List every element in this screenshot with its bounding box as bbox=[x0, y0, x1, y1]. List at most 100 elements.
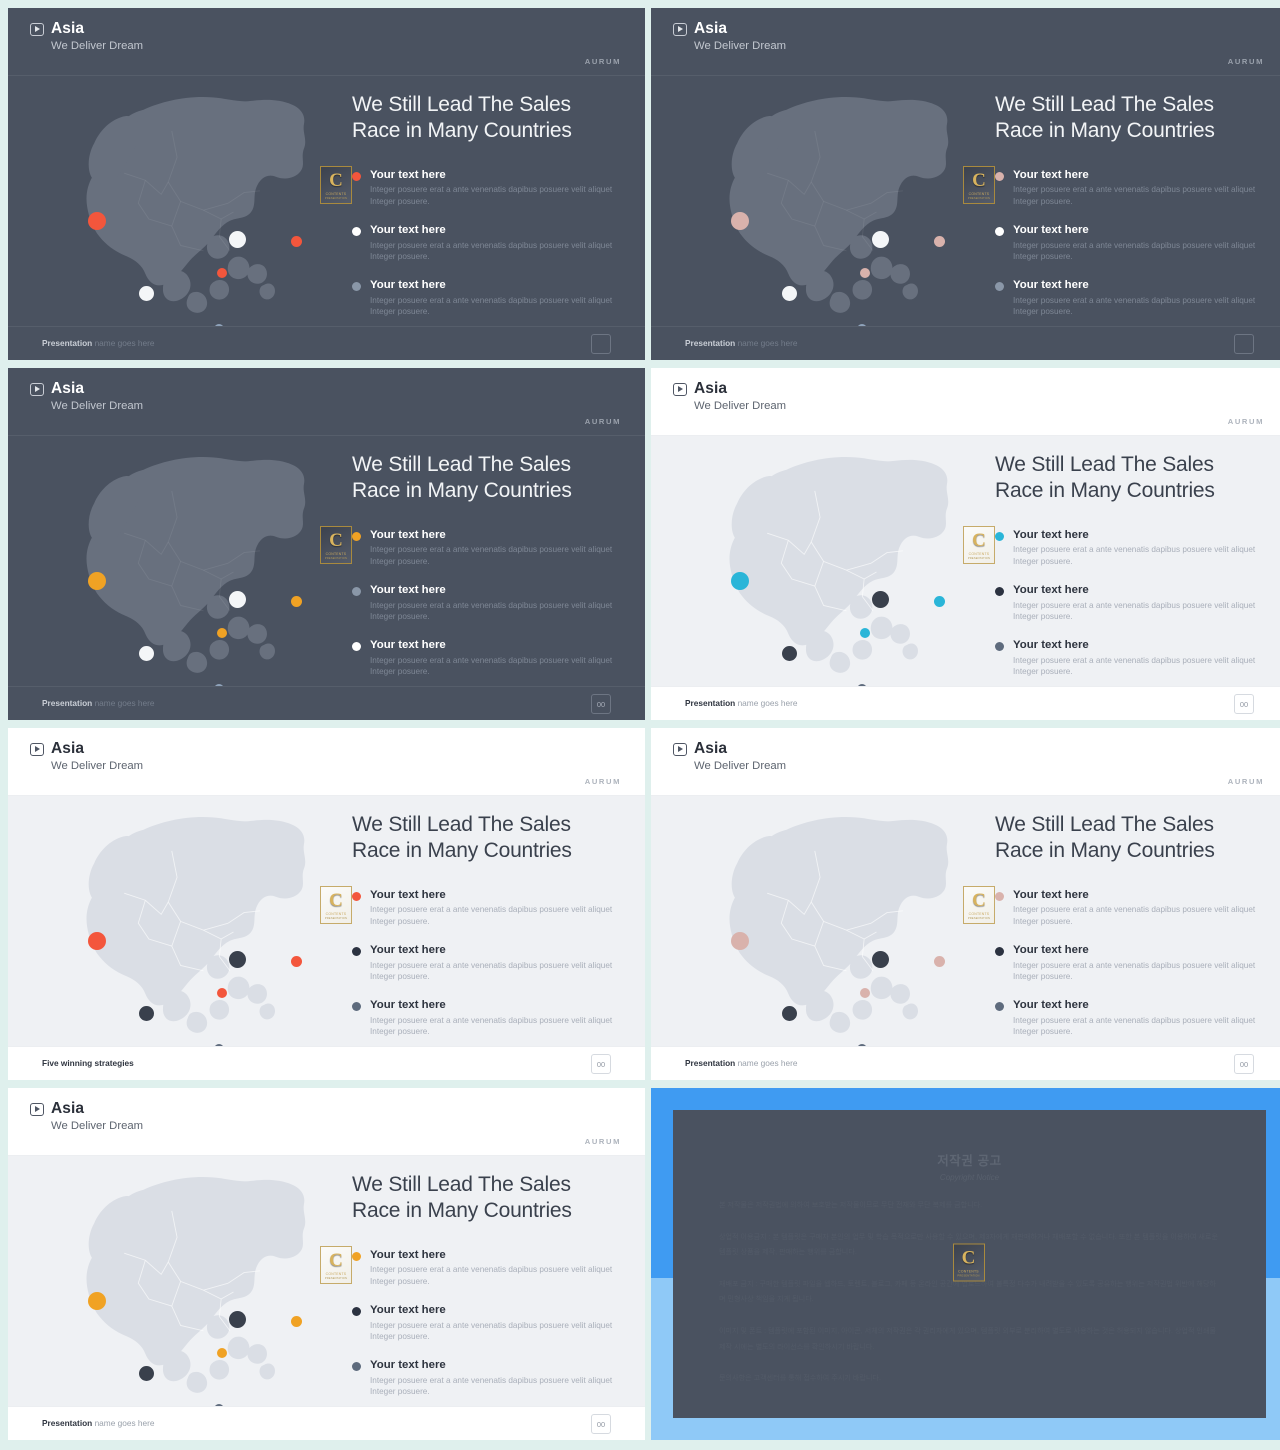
bullet-item-1[interactable]: Your text here Integer posuere erat a an… bbox=[352, 888, 635, 928]
play-icon bbox=[673, 382, 687, 396]
slide-body: C CONTENTS PRESENTATION We Still Lead Th… bbox=[651, 436, 1280, 694]
bullet-item-1[interactable]: Your text here Integer posuere erat a an… bbox=[995, 168, 1278, 208]
map-marker-2[interactable] bbox=[872, 591, 889, 608]
map-marker-5[interactable] bbox=[860, 628, 870, 638]
map-marker-2[interactable] bbox=[229, 951, 246, 968]
asia-map[interactable]: C CONTENTS PRESENTATION bbox=[20, 1158, 352, 1414]
map-marker-3[interactable] bbox=[934, 596, 945, 607]
map-marker-5[interactable] bbox=[217, 1348, 227, 1358]
logo-line-2: PRESENTATION bbox=[967, 196, 991, 200]
map-marker-4[interactable] bbox=[139, 286, 154, 301]
bullet-item-1[interactable]: Your text here Integer posuere erat a an… bbox=[995, 888, 1278, 928]
footer-text: Presentation name goes here bbox=[42, 698, 155, 708]
asia-map[interactable]: C CONTENTS PRESENTATION bbox=[663, 438, 995, 694]
bullet-dot-icon bbox=[995, 947, 1004, 957]
bullet-item-2[interactable]: Your text here Integer posuere erat a an… bbox=[995, 943, 1278, 983]
slide-7[interactable]: Asia We Deliver Dream AURUM C CONTENTS P… bbox=[8, 1088, 645, 1440]
map-marker-4[interactable] bbox=[782, 286, 797, 301]
asia-map-silhouette bbox=[729, 97, 949, 313]
bullet-item-2[interactable]: Your text here Integer posuere erat a an… bbox=[352, 943, 635, 983]
map-marker-5[interactable] bbox=[860, 268, 870, 278]
bullet-item-3[interactable]: Your text here Integer posuere erat a an… bbox=[352, 1358, 635, 1398]
bullet-item-3[interactable]: Your text here Integer posuere erat a an… bbox=[995, 278, 1278, 318]
bullet-item-2[interactable]: Your text here Integer posuere erat a an… bbox=[995, 223, 1278, 263]
brand-lockup: Asia bbox=[673, 380, 1280, 398]
map-marker-4[interactable] bbox=[139, 1006, 154, 1021]
bullet-description: Integer posuere erat a ante venenatis da… bbox=[370, 240, 613, 262]
content-column: We Still Lead The Sales Race in Many Cou… bbox=[352, 92, 635, 333]
bullet-item-3[interactable]: Your text here Integer posuere erat a an… bbox=[995, 998, 1278, 1038]
slide-1[interactable]: Asia We Deliver Dream AURUM C CONTENTS P… bbox=[8, 8, 645, 360]
content-column: We Still Lead The Sales Race in Many Cou… bbox=[352, 1172, 635, 1413]
bullet-dot-icon bbox=[352, 1307, 361, 1317]
asia-map[interactable]: C CONTENTS PRESENTATION bbox=[20, 78, 352, 334]
contents-logo-badge: C CONTENTS PRESENTATION bbox=[963, 166, 995, 204]
play-icon bbox=[30, 22, 44, 36]
map-marker-5[interactable] bbox=[217, 988, 227, 998]
brand-title: Asia bbox=[51, 380, 85, 397]
bullet-item-3[interactable]: Your text here Integer posuere erat a an… bbox=[352, 278, 635, 318]
slide-5[interactable]: Asia We Deliver Dream AURUM C CONTENTS P… bbox=[8, 728, 645, 1080]
map-marker-4[interactable] bbox=[782, 1006, 797, 1021]
map-marker-1[interactable] bbox=[731, 572, 749, 590]
bullet-item-3[interactable]: Your text here Integer posuere erat a an… bbox=[995, 638, 1278, 678]
map-marker-4[interactable] bbox=[139, 1366, 154, 1381]
bullet-title: Your text here bbox=[1013, 529, 1089, 542]
slide-headline: We Still Lead The Sales Race in Many Cou… bbox=[995, 453, 1215, 502]
map-marker-3[interactable] bbox=[934, 236, 945, 247]
map-marker-2[interactable] bbox=[229, 1311, 246, 1328]
slide-header: Asia We Deliver Dream AURUM bbox=[651, 728, 1280, 796]
asia-map[interactable]: C CONTENTS PRESENTATION bbox=[20, 798, 352, 1054]
map-marker-3[interactable] bbox=[291, 1316, 302, 1327]
map-marker-5[interactable] bbox=[217, 268, 227, 278]
map-marker-4[interactable] bbox=[139, 646, 154, 661]
content-column: We Still Lead The Sales Race in Many Cou… bbox=[995, 92, 1278, 333]
bullet-item-1[interactable]: Your text here Integer posuere erat a an… bbox=[995, 528, 1278, 568]
bullet-item-1[interactable]: Your text here Integer posuere erat a an… bbox=[352, 528, 635, 568]
bullet-item-2[interactable]: Your text here Integer posuere erat a an… bbox=[352, 223, 635, 263]
map-marker-1[interactable] bbox=[731, 212, 749, 230]
map-marker-4[interactable] bbox=[782, 646, 797, 661]
map-marker-1[interactable] bbox=[88, 212, 106, 230]
slide-6[interactable]: Asia We Deliver Dream AURUM C CONTENTS P… bbox=[651, 728, 1280, 1080]
bullet-dot-icon bbox=[995, 1002, 1004, 1012]
map-marker-3[interactable] bbox=[291, 956, 302, 967]
bullet-title: Your text here bbox=[1013, 169, 1089, 182]
brand-tagline: We Deliver Dream bbox=[694, 40, 787, 52]
page-number-badge: 00 bbox=[1234, 1054, 1254, 1074]
map-marker-2[interactable] bbox=[872, 951, 889, 968]
map-marker-3[interactable] bbox=[934, 956, 945, 967]
map-marker-3[interactable] bbox=[291, 236, 302, 247]
slide-3[interactable]: Asia We Deliver Dream AURUM C CONTENTS P… bbox=[8, 368, 645, 720]
bullet-dot-icon bbox=[352, 532, 361, 542]
bullet-item-3[interactable]: Your text here Integer posuere erat a an… bbox=[352, 638, 635, 678]
bullet-description: Integer posuere erat a ante venenatis da… bbox=[1013, 1015, 1256, 1037]
asia-map-silhouette bbox=[86, 457, 306, 673]
map-marker-5[interactable] bbox=[217, 628, 227, 638]
bullet-item-1[interactable]: Your text here Integer posuere erat a an… bbox=[352, 168, 635, 208]
asia-map[interactable]: C CONTENTS PRESENTATION bbox=[663, 78, 995, 334]
bullet-item-2[interactable]: Your text here Integer posuere erat a an… bbox=[352, 583, 635, 623]
map-marker-3[interactable] bbox=[291, 596, 302, 607]
bullet-item-1[interactable]: Your text here Integer posuere erat a an… bbox=[352, 1248, 635, 1288]
bullet-item-3[interactable]: Your text here Integer posuere erat a an… bbox=[352, 998, 635, 1038]
map-marker-2[interactable] bbox=[229, 231, 246, 248]
bullet-dot-icon bbox=[995, 282, 1004, 292]
slide-4[interactable]: Asia We Deliver Dream AURUM C CONTENTS P… bbox=[651, 368, 1280, 720]
asia-map[interactable]: C CONTENTS PRESENTATION bbox=[20, 438, 352, 694]
map-marker-2[interactable] bbox=[229, 591, 246, 608]
map-marker-1[interactable] bbox=[88, 1292, 106, 1310]
page-number-badge: 00 bbox=[591, 1414, 611, 1434]
asia-map[interactable]: C CONTENTS PRESENTATION bbox=[663, 798, 995, 1054]
map-marker-1[interactable] bbox=[731, 932, 749, 950]
slide-body: C CONTENTS PRESENTATION We Still Lead Th… bbox=[8, 436, 645, 694]
bullet-item-2[interactable]: Your text here Integer posuere erat a an… bbox=[995, 583, 1278, 623]
content-column: We Still Lead The Sales Race in Many Cou… bbox=[352, 812, 635, 1053]
map-marker-5[interactable] bbox=[860, 988, 870, 998]
map-marker-1[interactable] bbox=[88, 572, 106, 590]
bullet-item-2[interactable]: Your text here Integer posuere erat a an… bbox=[352, 1303, 635, 1343]
map-marker-2[interactable] bbox=[872, 231, 889, 248]
map-marker-1[interactable] bbox=[88, 932, 106, 950]
logo-letter: C bbox=[329, 529, 343, 551]
slide-2[interactable]: Asia We Deliver Dream AURUM C CONTENTS P… bbox=[651, 8, 1280, 360]
